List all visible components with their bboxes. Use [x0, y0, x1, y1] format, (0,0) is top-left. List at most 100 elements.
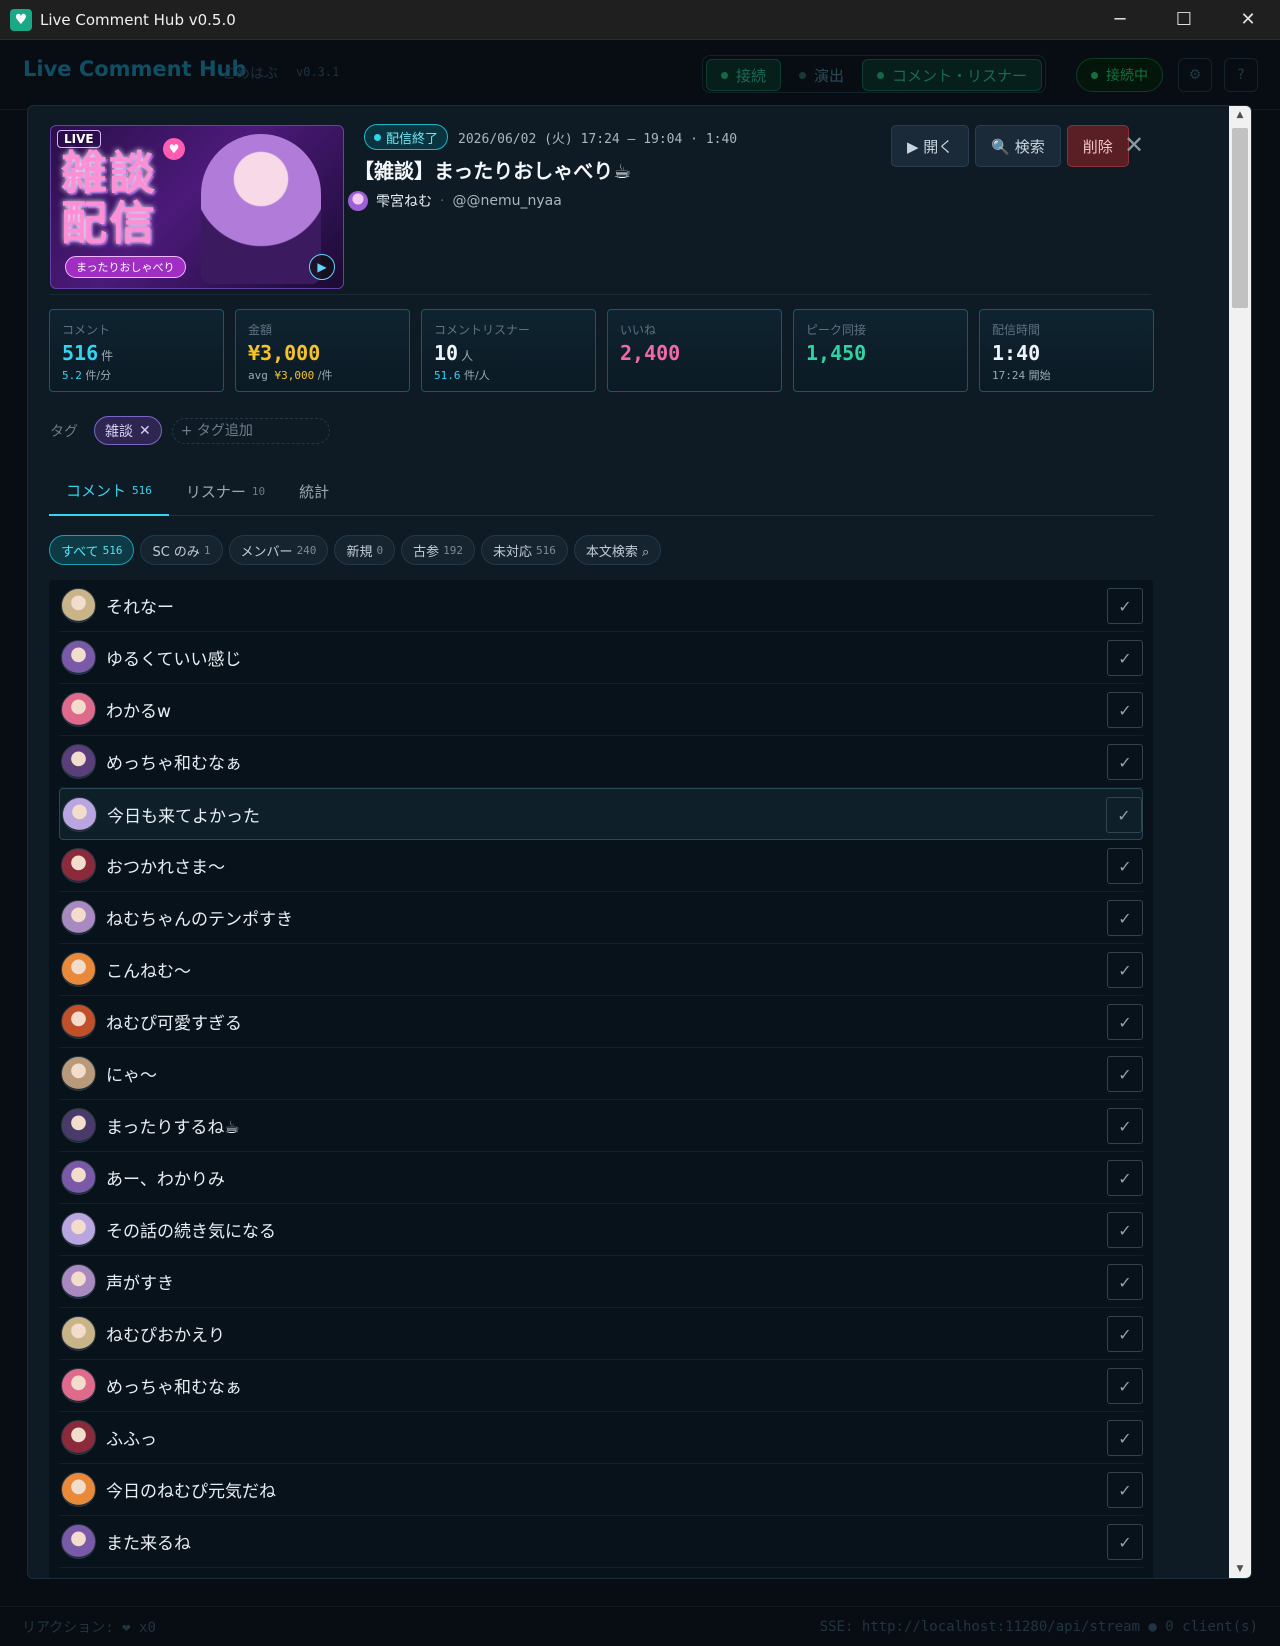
nav-connect[interactable]: 接続 [706, 59, 782, 91]
mark-handled-button[interactable]: ✓ [1107, 1212, 1143, 1248]
avatar [61, 1004, 96, 1039]
stream-detail-modal: LIVE ♥ 雑談配信 まったりおしゃべり ▶ 配信終了 2026/06/02 … [27, 105, 1252, 1579]
avatar [61, 952, 96, 987]
remove-tag-icon[interactable]: ✕ [139, 423, 151, 439]
window-title: Live Comment Hub v0.5.0 [40, 10, 236, 29]
filter-chip[interactable]: 新規 0 [334, 535, 396, 565]
stat-label: 配信時間 [992, 323, 1041, 337]
mark-handled-button[interactable]: ✓ [1107, 1108, 1143, 1144]
comment-text: ふふっ [106, 1430, 157, 1450]
avatar [61, 1368, 96, 1403]
mark-handled-button[interactable]: ✓ [1107, 900, 1143, 936]
stat-unit: 件 [101, 349, 114, 363]
comment-row[interactable]: わかるw ✓ [59, 684, 1143, 736]
close-window-button[interactable]: ✕ [1216, 0, 1280, 40]
comment-row[interactable]: 今日も来てよかった ✓ [59, 788, 1143, 840]
mark-handled-button[interactable]: ✓ [1107, 952, 1143, 988]
comment-row[interactable]: こんねむ〜 ✓ [59, 944, 1143, 996]
tags-label: タグ [50, 423, 78, 440]
stat-card: コメント 516 件 5.2 件/分 [49, 309, 224, 392]
mark-handled-button[interactable]: ✓ [1107, 1524, 1143, 1560]
tags-row: タグ 雑談 ✕ [50, 416, 330, 445]
channel-avatar [348, 191, 368, 211]
tab-listeners[interactable]: リスナー 10 [169, 466, 282, 516]
stat-label: コメントリスナー [434, 323, 531, 337]
stat-value: 1:40 [992, 341, 1041, 365]
maximize-button[interactable]: ☐ [1152, 0, 1216, 40]
modal-content: LIVE ♥ 雑談配信 まったりおしゃべり ▶ 配信終了 2026/06/02 … [28, 106, 1231, 1578]
filter-chip[interactable]: すべて 516 [49, 535, 135, 565]
tab-label: コメント [66, 481, 127, 500]
help-button[interactable]: ? [1224, 58, 1258, 92]
comment-text: めっちゃ和むなぁ [106, 754, 242, 774]
comment-row[interactable]: その話の続き気になる ✓ [59, 1204, 1143, 1256]
nav-effects[interactable]: 演出 [785, 59, 858, 91]
stat-card: 金額 ¥3,000 avg ¥3,000 /件 [235, 309, 410, 392]
comment-row[interactable]: にゃ〜 ✓ [59, 1048, 1143, 1100]
mark-handled-button[interactable]: ✓ [1107, 692, 1143, 728]
comment-text: ねむぴおかえり [106, 1326, 225, 1346]
filter-chip[interactable]: 本文検索 ⌕ [573, 535, 662, 565]
tab-bar: コメント 516 リスナー 10 統計 [49, 466, 1154, 516]
add-tag-input[interactable] [171, 417, 330, 444]
mark-handled-button[interactable]: ✓ [1106, 797, 1142, 833]
scroll-thumb[interactable] [1232, 128, 1248, 308]
app-brand: Live Comment Hub [23, 57, 247, 81]
filter-chip[interactable]: 古参 192 [401, 535, 475, 565]
stream-thumbnail[interactable]: LIVE ♥ 雑談配信 まったりおしゃべり ▶ [50, 125, 344, 289]
mark-handled-button[interactable]: ✓ [1107, 744, 1143, 780]
minimize-button[interactable]: ─ [1088, 0, 1152, 40]
comment-text: また来るね [106, 1534, 191, 1554]
mark-handled-button[interactable]: ✓ [1107, 848, 1143, 884]
mark-handled-button[interactable]: ✓ [1107, 1160, 1143, 1196]
mark-handled-button[interactable]: ✓ [1107, 1056, 1143, 1092]
close-modal-button[interactable]: ✕ [1120, 127, 1148, 163]
status-footer: リアクション: ❤ x0 SSE: http://localhost:11280… [0, 1606, 1280, 1646]
mark-handled-button[interactable]: ✓ [1107, 1420, 1143, 1456]
comment-row[interactable]: それなー ✓ [59, 580, 1143, 632]
mark-handled-button[interactable]: ✓ [1107, 1368, 1143, 1404]
filter-chip[interactable]: SC のみ 1 [140, 535, 223, 565]
mark-handled-button[interactable]: ✓ [1107, 588, 1143, 624]
mark-handled-button[interactable]: ✓ [1107, 1472, 1143, 1508]
comment-row[interactable]: めっちゃ和むなぁ ✓ [59, 1360, 1143, 1412]
comment-row[interactable]: あー、わかりみ ✓ [59, 1152, 1143, 1204]
reaction-count: リアクション: ❤ x0 [22, 1619, 156, 1636]
comment-row[interactable]: 声がすき ✓ [59, 1256, 1143, 1308]
comment-row[interactable]: ねむぴおかえり ✓ [59, 1308, 1143, 1360]
scroll-up-icon[interactable]: ▲ [1229, 106, 1251, 124]
comment-row[interactable]: ゆるくていい感じ ✓ [59, 632, 1143, 684]
tag-chip[interactable]: 雑談 ✕ [94, 416, 162, 445]
settings-button[interactable]: ⚙ [1178, 58, 1212, 92]
avatar [62, 796, 97, 832]
scroll-down-icon[interactable]: ▼ [1229, 1560, 1251, 1578]
stat-label: コメント [62, 323, 111, 337]
connection-status: 接続中 [1076, 58, 1163, 92]
mark-handled-button[interactable]: ✓ [1107, 1264, 1143, 1300]
open-button[interactable]: ▶ 開く [891, 125, 970, 167]
mark-handled-button[interactable]: ✓ [1107, 1316, 1143, 1352]
thumbnail-character [201, 134, 321, 284]
modal-scrollbar[interactable]: ▲ ▼ [1229, 106, 1251, 1578]
filter-chip[interactable]: 未対応 516 [480, 535, 568, 565]
search-button[interactable]: 🔍 検索 [975, 125, 1061, 167]
stat-card: 配信時間 1:40 17:24 開始 [979, 309, 1154, 392]
tab-comments[interactable]: コメント 516 [49, 466, 169, 516]
comment-row[interactable]: ねむぴ可愛すぎる ✓ [59, 996, 1143, 1048]
comment-row[interactable]: ねむちゃんのテンポすき ✓ [59, 892, 1143, 944]
comment-row[interactable]: ふふっ ✓ [59, 1412, 1143, 1464]
comment-row[interactable]: おつかれさま〜 ✓ [59, 840, 1143, 892]
comment-row[interactable]: また来るね ✓ [59, 1516, 1143, 1568]
filter-chip[interactable]: メンバー 240 [228, 535, 329, 565]
thumbnail-subtitle: まったりおしゃべり [65, 256, 186, 278]
comment-row[interactable]: まったりするね☕ ✓ [59, 1100, 1143, 1152]
mark-handled-button[interactable]: ✓ [1107, 640, 1143, 676]
comment-row[interactable]: めっちゃ和むなぁ ✓ [59, 736, 1143, 788]
comment-row[interactable]: 今日のねむぴ元気だね ✓ [59, 1464, 1143, 1516]
mark-handled-button[interactable]: ✓ [1107, 1004, 1143, 1040]
stat-sub-value: ¥3,000 [274, 369, 315, 382]
comment-text: ねむぴ可愛すぎる [106, 1014, 242, 1034]
nav-comments-listeners[interactable]: コメント・リスナー [862, 59, 1043, 91]
channel-name: 雫宮ねむ [376, 194, 432, 210]
tab-stats[interactable]: 統計 [282, 466, 346, 516]
